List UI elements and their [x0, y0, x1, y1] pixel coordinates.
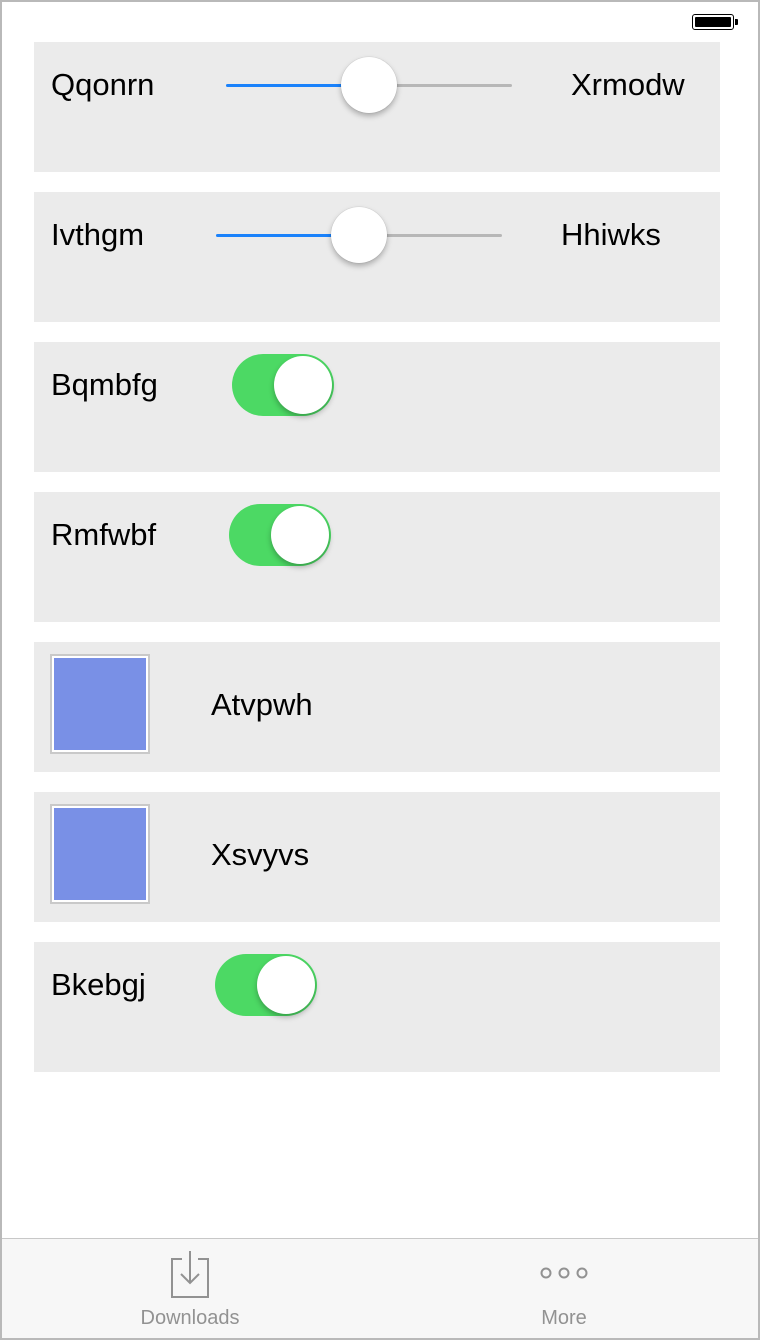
more-icon	[540, 1267, 588, 1279]
switch-label: Bkebgj	[51, 967, 146, 1002]
slider-row-qqonrn: Qqonrn Xrmodw	[34, 42, 720, 172]
downloads-icon	[171, 1251, 209, 1298]
image-thumbnail	[50, 804, 150, 904]
switch-row-rmfwbf: Rmfwbf	[34, 492, 720, 622]
switch-label: Bqmbfg	[51, 367, 158, 402]
tab-more-label: More	[541, 1307, 587, 1329]
tab-downloads[interactable]: Downloads	[90, 1239, 290, 1338]
image-row-label: Atvpwh	[211, 687, 313, 722]
image-thumbnail	[50, 654, 150, 754]
slider-max-label: Hhiwks	[561, 217, 661, 252]
switch-row-bqmbfg: Bqmbfg	[34, 342, 720, 472]
tab-downloads-label: Downloads	[140, 1307, 240, 1329]
image-row-label: Xsvyvs	[211, 837, 310, 872]
slider-qqonrn[interactable]	[226, 57, 512, 113]
toggle-switch-bkebgj[interactable]	[215, 954, 317, 1016]
slider-thumb[interactable]	[341, 57, 397, 113]
battery-full-icon	[692, 14, 738, 32]
toggle-switch-bqmbfg[interactable]	[232, 354, 334, 416]
switch-label: Rmfwbf	[51, 517, 157, 552]
switch-knob	[257, 956, 315, 1014]
color-swatch	[54, 808, 146, 900]
image-row-xsvyvs: Xsvyvs	[34, 792, 720, 922]
toggle-switch-rmfwbf[interactable]	[229, 504, 331, 566]
switch-knob	[271, 506, 329, 564]
image-row-atvpwh: Atvpwh	[34, 642, 720, 772]
slider-thumb[interactable]	[331, 207, 387, 263]
tab-bar: Downloads More	[2, 1238, 758, 1338]
color-swatch	[54, 658, 146, 750]
slider-min-label: Qqonrn	[51, 67, 155, 102]
slider-ivthgm[interactable]	[216, 207, 502, 263]
slider-max-label: Xrmodw	[571, 67, 685, 102]
slider-row-ivthgm: Ivthgm Hhiwks	[34, 192, 720, 322]
switch-row-bkebgj: Bkebgj	[34, 942, 720, 1072]
app-screen: Qqonrn Xrmodw Ivthgm Hhiwks Bqmbfg Rmfwb…	[0, 0, 760, 1340]
switch-knob	[274, 356, 332, 414]
slider-min-label: Ivthgm	[51, 217, 145, 252]
tab-more[interactable]: More	[464, 1239, 664, 1338]
